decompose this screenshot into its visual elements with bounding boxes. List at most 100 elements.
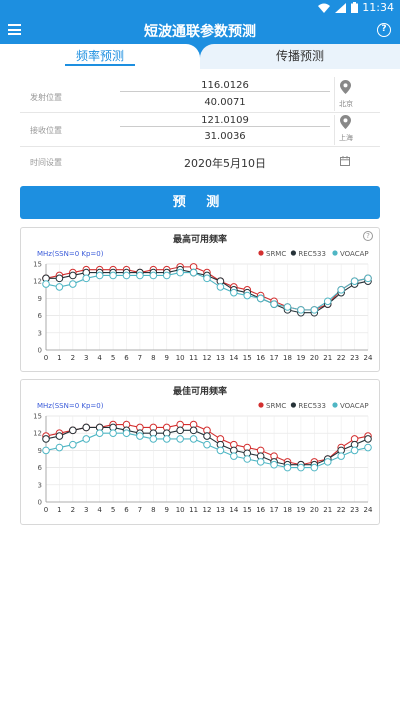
data-point bbox=[323, 297, 332, 306]
chart-title: 最佳可用频率 bbox=[172, 387, 227, 397]
optimum-working-frequency-chart: MHz(SSN=0 Kp=0) SRMC REC533 VOACAP 0 3 6 9 12 15 0… bbox=[20, 379, 380, 525]
map-pin-icon[interactable] bbox=[340, 115, 351, 129]
x-tick-label: 0 bbox=[44, 506, 48, 514]
x-tick-label: 12 bbox=[203, 506, 212, 514]
data-point bbox=[82, 435, 91, 443]
status-bar: 11:34 bbox=[0, 0, 400, 16]
data-point bbox=[323, 458, 332, 466]
x-tick-label: 22 bbox=[337, 354, 346, 362]
x-tick-label: 14 bbox=[229, 506, 238, 514]
data-point bbox=[256, 294, 265, 303]
x-tick-label: 2 bbox=[71, 506, 75, 514]
wifi-icon bbox=[318, 3, 330, 13]
rx-location-row: 接收位置 121.0109 31.0036 上海 bbox=[20, 113, 380, 147]
data-point bbox=[283, 463, 292, 472]
chart-help-icon[interactable]: ? bbox=[363, 231, 373, 241]
x-tick-label: 15 bbox=[243, 354, 252, 362]
x-tick-label: 4 bbox=[97, 506, 102, 514]
data-point bbox=[256, 458, 265, 466]
x-tick-label: 7 bbox=[138, 506, 142, 514]
legend-label: VOACAP bbox=[340, 250, 369, 258]
data-point bbox=[136, 271, 144, 280]
x-tick-label: 9 bbox=[165, 354, 169, 362]
x-tick-label: 2 bbox=[71, 354, 75, 362]
map-pin-icon[interactable] bbox=[340, 80, 351, 94]
y-unit-label: MHz(SSN=0 Kp=0) bbox=[37, 250, 104, 258]
time-row: 时间设置 2020年5月10日 bbox=[20, 147, 380, 175]
x-tick-label: 0 bbox=[44, 354, 48, 362]
data-point bbox=[122, 271, 131, 280]
y-tick-label: 3 bbox=[38, 481, 42, 489]
rx-location-label: 接收位置 bbox=[30, 126, 62, 135]
data-point bbox=[69, 440, 77, 449]
data-point bbox=[350, 277, 359, 286]
data-point bbox=[337, 286, 345, 294]
x-tick-label: 6 bbox=[124, 506, 129, 514]
data-point bbox=[69, 426, 77, 435]
y-tick-label: 0 bbox=[38, 499, 42, 507]
tab-frequency-prediction[interactable]: 频率预测 bbox=[0, 44, 200, 69]
data-point bbox=[243, 291, 252, 300]
x-tick-label: 3 bbox=[84, 506, 88, 514]
x-tick-label: 11 bbox=[189, 354, 198, 362]
data-point bbox=[364, 443, 372, 452]
x-tick-label: 8 bbox=[151, 354, 155, 362]
data-point bbox=[283, 303, 292, 311]
y-tick-label: 6 bbox=[38, 464, 43, 472]
x-tick-label: 23 bbox=[350, 506, 359, 514]
calendar-icon[interactable] bbox=[340, 156, 350, 166]
data-point bbox=[350, 446, 359, 455]
x-tick-label: 17 bbox=[270, 506, 279, 514]
data-point bbox=[149, 271, 158, 280]
data-point bbox=[82, 423, 91, 432]
x-tick-label: 19 bbox=[296, 506, 305, 514]
tab-propagation-prediction[interactable]: 传播预测 bbox=[200, 44, 400, 69]
x-tick-label: 11 bbox=[189, 506, 198, 514]
data-point bbox=[310, 306, 319, 314]
data-point bbox=[203, 440, 211, 449]
tx-latitude-field[interactable]: 40.0071 bbox=[120, 97, 330, 108]
x-tick-label: 23 bbox=[350, 354, 359, 362]
legend-label: REC533 bbox=[298, 250, 326, 258]
data-point bbox=[270, 300, 278, 308]
data-point bbox=[69, 271, 77, 280]
max-usable-frequency-chart: MHz(SSN=0 Kp=0) SRMC REC533 VOACAP 0 3 6 9 12 15 0… bbox=[20, 227, 380, 372]
date-field[interactable]: 2020年5月10日 bbox=[120, 155, 330, 171]
data-point bbox=[364, 435, 372, 443]
data-point bbox=[243, 455, 252, 463]
x-tick-label: 3 bbox=[84, 354, 88, 362]
rx-longitude-field[interactable]: 121.0109 bbox=[120, 115, 330, 127]
y-tick-label: 12 bbox=[33, 430, 42, 438]
x-tick-label: 14 bbox=[229, 354, 238, 362]
status-time: 11:34 bbox=[362, 1, 394, 14]
tx-longitude-field[interactable]: 116.0126 bbox=[120, 80, 330, 92]
page-title: 短波通联参数预测 bbox=[144, 24, 256, 40]
rx-latitude-field[interactable]: 31.0036 bbox=[120, 131, 330, 142]
data-point bbox=[55, 274, 64, 283]
legend-marker bbox=[332, 402, 338, 408]
prediction-form: 发射位置 116.0126 40.0071 北京 接收位置 121.0109 3… bbox=[20, 75, 380, 175]
x-tick-label: 5 bbox=[111, 354, 115, 362]
x-tick-label: 5 bbox=[111, 506, 115, 514]
y-tick-label: 12 bbox=[33, 278, 42, 286]
data-point bbox=[216, 283, 225, 291]
status-icons bbox=[318, 2, 358, 13]
help-icon[interactable]: ? bbox=[377, 23, 391, 37]
x-tick-label: 12 bbox=[203, 354, 212, 362]
data-point bbox=[176, 268, 184, 277]
data-point bbox=[109, 429, 117, 438]
tx-city-label: 北京 bbox=[339, 100, 353, 108]
data-point bbox=[297, 463, 305, 472]
data-point bbox=[95, 429, 104, 438]
y-tick-label: 3 bbox=[38, 329, 42, 337]
y-tick-label: 9 bbox=[38, 295, 42, 303]
x-tick-label: 13 bbox=[216, 354, 225, 362]
legend-marker bbox=[290, 250, 296, 256]
x-tick-label: 9 bbox=[165, 506, 169, 514]
x-tick-label: 16 bbox=[256, 506, 265, 514]
data-point bbox=[42, 280, 50, 288]
data-point bbox=[203, 274, 211, 283]
predict-button[interactable]: 预 测 bbox=[20, 186, 380, 219]
x-tick-label: 21 bbox=[323, 354, 332, 362]
data-point bbox=[69, 280, 77, 288]
